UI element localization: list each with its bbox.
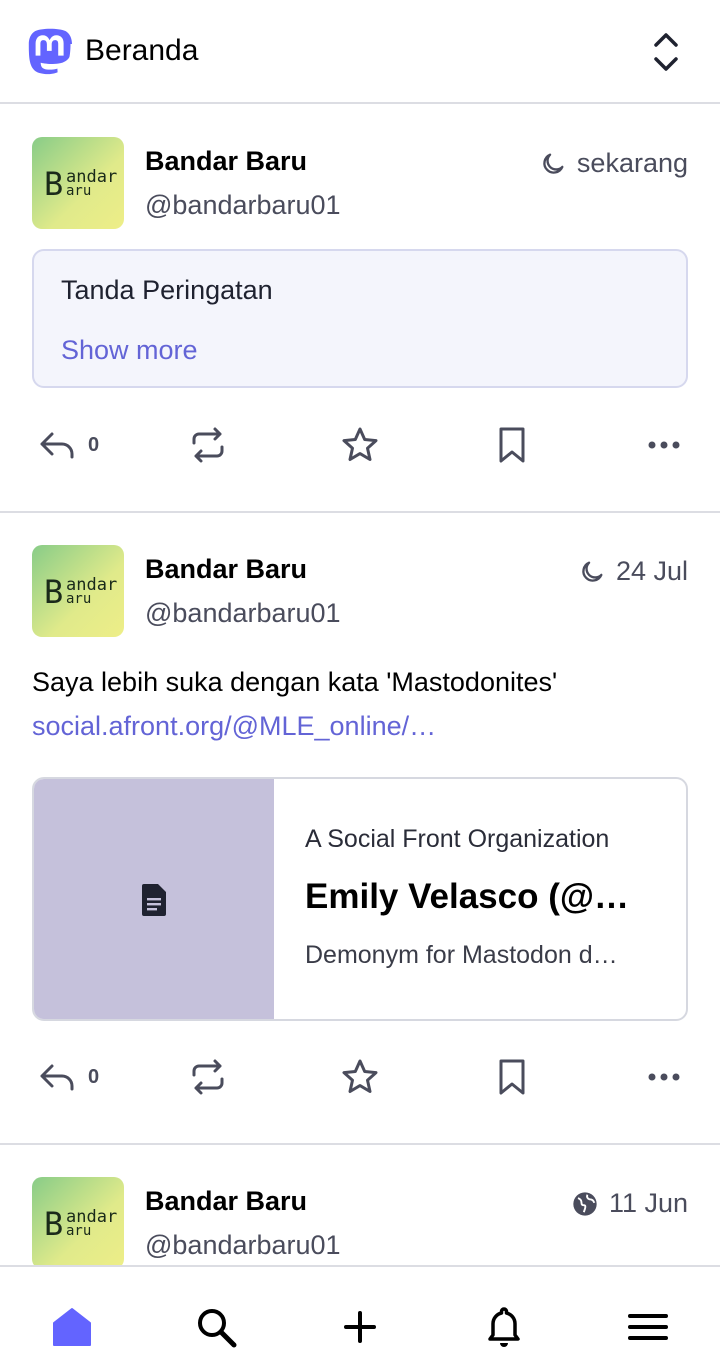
nav-compose[interactable] [336,1303,384,1351]
avatar[interactable]: B andar aru [32,545,124,637]
status-post[interactable]: B andar aru Bandar Baru @bandarbaru01 11… [0,1145,720,1265]
star-icon [342,1059,378,1093]
more-icon [648,441,680,449]
reply-button[interactable]: 0 [36,421,99,469]
plus-icon [344,1311,376,1343]
reply-button[interactable]: 0 [36,1053,99,1101]
search-icon [198,1309,237,1348]
status-timestamp[interactable]: sekarang [539,148,688,179]
top-bar: Beranda [0,0,720,104]
timestamp-text: 11 Jun [608,1188,688,1218]
nav-search[interactable] [192,1303,240,1351]
favourite-button[interactable] [340,1053,380,1101]
more-icon [648,1073,680,1081]
status-actions: 0 [0,421,720,469]
nav-notifications[interactable] [480,1303,528,1351]
timestamp-text: sekarang [576,148,688,178]
status-content: Saya lebih suka dengan kata 'Mastodonite… [32,667,558,697]
favourite-button[interactable] [340,421,380,469]
reply-icon [40,1064,74,1091]
bell-icon [488,1307,520,1347]
boost-button[interactable] [188,1053,228,1101]
star-icon [342,427,378,461]
status-post[interactable]: B andar aru Bandar Baru @bandarbaru01 24… [0,513,720,1145]
status-link[interactable]: social.afront.org/@MLE_online/… [32,711,436,742]
display-name[interactable]: Bandar Baru [145,1186,307,1217]
mastodon-logo-icon[interactable] [26,28,74,78]
globe-icon [573,1191,597,1216]
status-timestamp[interactable]: 24 Jul [578,556,688,587]
avatar[interactable]: B andar aru [32,137,124,229]
account-handle: @bandarbaru01 [145,190,341,220]
timestamp-text: 24 Jul [615,556,688,586]
display-name[interactable]: Bandar Baru [145,554,307,585]
link-preview-card[interactable]: A Social Front Organization Emily Velasc… [32,777,688,1021]
boost-icon [192,1059,224,1095]
display-name[interactable]: Bandar Baru [145,146,307,177]
show-more-button[interactable]: Show more [61,335,198,366]
bookmark-icon [499,427,525,463]
document-icon [142,884,166,916]
status-actions: 0 [0,1053,720,1101]
moon-icon [582,561,603,582]
home-icon [53,1308,91,1346]
card-title: Emily Velasco (@… [305,877,629,916]
boost-icon [192,427,224,463]
more-button[interactable] [644,421,684,469]
chevron-up-down-icon[interactable] [648,30,684,74]
status-timestamp[interactable]: 11 Jun [571,1188,688,1219]
bookmark-icon [499,1059,525,1095]
status-post[interactable]: B andar aru Bandar Baru @bandarbaru01 se… [0,104,720,513]
nav-home[interactable] [48,1303,96,1351]
bookmark-button[interactable] [492,421,532,469]
reply-count: 0 [88,1065,100,1088]
more-button[interactable] [644,1053,684,1101]
bookmark-button[interactable] [492,1053,532,1101]
avatar[interactable]: B andar aru [32,1177,124,1265]
content-warning-title: Tanda Peringatan [61,275,273,305]
reply-count: 0 [88,433,100,456]
account-handle: @bandarbaru01 [145,598,341,628]
bottom-navigation [0,1265,720,1371]
card-site-name: A Social Front Organization [305,825,610,853]
page-title: Beranda [85,34,199,67]
card-thumbnail [34,779,274,1019]
nav-menu[interactable] [624,1303,672,1351]
reply-icon [40,432,74,459]
moon-icon [543,153,564,174]
account-handle: @bandarbaru01 [145,1230,341,1260]
card-description: Demonym for Mastodon d… [305,941,618,969]
content-warning: Tanda Peringatan Show more [32,249,688,388]
boost-button[interactable] [188,421,228,469]
menu-icon [628,1314,668,1340]
